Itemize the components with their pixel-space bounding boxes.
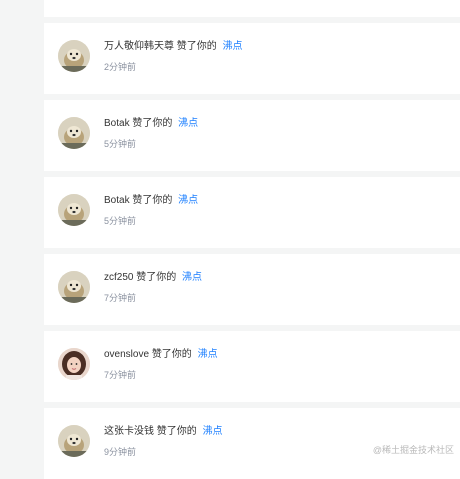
action-text: 赞了你的 — [132, 195, 173, 206]
target-link[interactable]: 沸点 — [182, 272, 202, 283]
notification-text: zcf250 赞了你的 沸点 — [104, 271, 202, 285]
timestamp: 9分钟前 — [104, 447, 137, 457]
girl-avatar-icon — [58, 348, 90, 380]
user-name[interactable]: Botak — [104, 195, 130, 206]
user-avatar[interactable] — [58, 348, 90, 380]
notification-card-partial[interactable] — [44, 0, 460, 17]
target-link[interactable]: 沸点 — [178, 195, 198, 206]
target-link[interactable]: 沸点 — [203, 426, 223, 437]
action-text: 赞了你的 — [151, 349, 192, 360]
action-text: 赞了你的 — [132, 118, 173, 129]
watermark: @稀土掘金技术社区 — [372, 445, 454, 455]
timestamp: 7分钟前 — [104, 370, 137, 380]
user-name[interactable]: ovenslove — [104, 349, 149, 360]
action-text: 赞了你的 — [156, 426, 197, 437]
user-name[interactable]: zcf250 — [104, 272, 133, 283]
notification-card[interactable]: zcf250 赞了你的 沸点 7分钟前 — [44, 254, 460, 325]
dog-avatar-icon — [58, 117, 90, 149]
notification-card[interactable]: 万人敬仰韩天尊 赞了你的 沸点 2分钟前 — [44, 23, 460, 94]
timestamp: 5分钟前 — [104, 139, 137, 149]
user-avatar[interactable] — [58, 194, 90, 226]
dog-avatar-icon — [58, 425, 90, 457]
notification-card[interactable]: ovenslove 赞了你的 沸点 7分钟前 — [44, 331, 460, 402]
notification-card[interactable]: Botak 赞了你的 沸点 5分钟前 — [44, 100, 460, 171]
target-link[interactable]: 沸点 — [223, 41, 243, 52]
dog-avatar-icon — [58, 40, 90, 72]
target-link[interactable]: 沸点 — [198, 349, 218, 360]
action-text: 赞了你的 — [176, 41, 217, 52]
user-avatar[interactable] — [58, 271, 90, 303]
user-avatar[interactable] — [58, 40, 90, 72]
notification-card[interactable]: Botak 赞了你的 沸点 5分钟前 — [44, 177, 460, 248]
dog-avatar-icon — [58, 271, 90, 303]
notification-text: 万人敬仰韩天尊 赞了你的 沸点 — [104, 40, 243, 54]
notification-text: ovenslove 赞了你的 沸点 — [104, 348, 218, 362]
user-name[interactable]: 万人敬仰韩天尊 — [104, 41, 174, 52]
timestamp: 7分钟前 — [104, 293, 137, 303]
timestamp: 5分钟前 — [104, 216, 137, 226]
left-rail — [0, 0, 44, 460]
user-name[interactable]: 这张卡没钱 — [104, 426, 154, 437]
notification-text: Botak 赞了你的 沸点 — [104, 194, 198, 208]
notification-text: 这张卡没钱 赞了你的 沸点 — [104, 425, 223, 439]
user-avatar[interactable] — [58, 117, 90, 149]
user-avatar[interactable] — [58, 425, 90, 457]
target-link[interactable]: 沸点 — [178, 118, 198, 129]
timestamp: 2分钟前 — [104, 62, 137, 72]
dog-avatar-icon — [58, 194, 90, 226]
user-name[interactable]: Botak — [104, 118, 130, 129]
action-text: 赞了你的 — [136, 272, 177, 283]
notification-list: 万人敬仰韩天尊 赞了你的 沸点 2分钟前 Botak 赞了你的 沸点 5分钟前 … — [44, 0, 460, 479]
notification-text: Botak 赞了你的 沸点 — [104, 117, 198, 131]
